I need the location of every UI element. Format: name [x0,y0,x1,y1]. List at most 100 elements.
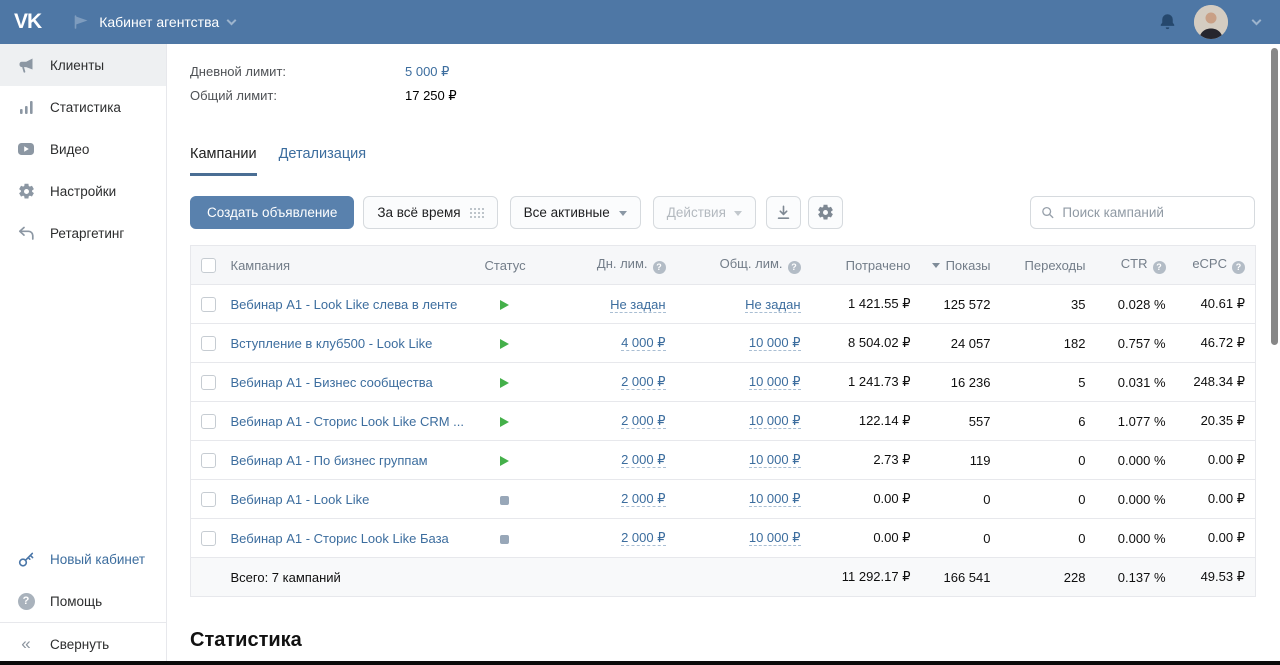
cabinet-switcher[interactable]: Кабинет агентства [73,14,237,30]
sidebar-item-help[interactable]: ? Помощь [0,580,166,622]
campaign-link[interactable]: Вебинар А1 - Сторис Look Like База [231,531,449,546]
ecpc-cell: 20.35 ₽ [1175,401,1256,441]
total-limit-link[interactable]: 10 000 ₽ [748,335,801,351]
period-filter-button[interactable]: За всё время [363,196,498,229]
impressions-cell: 0 [920,518,1001,558]
sidebar-item-label: Видео [50,141,90,157]
help-icon[interactable]: ? [1232,260,1245,274]
clicks-cell: 5 [1000,362,1096,402]
total-limit-link[interactable]: 10 000 ₽ [748,413,801,429]
row-checkbox[interactable] [201,453,216,469]
daily-limit-value-link[interactable]: 5 000 ₽ [405,62,449,82]
total-limit-link[interactable]: 10 000 ₽ [748,452,801,468]
sidebar-item-collapse[interactable]: « Свернуть [0,623,166,665]
ctr-cell: 0.000 % [1095,518,1176,558]
total-limit-link[interactable]: 10 000 ₽ [748,491,801,507]
help-icon[interactable]: ? [787,260,801,274]
campaign-link[interactable]: Вебинар А1 - Look Like слева в ленте [231,297,458,312]
sidebar-item-clients[interactable]: Клиенты [0,44,166,86]
table-row: Вебинар А1 - По бизнес группам 2 000 ₽ 1… [190,440,1256,480]
chevron-down-icon [618,211,627,216]
campaign-search [1030,196,1255,229]
create-ad-button[interactable]: Создать объявление [190,196,355,229]
table-row: Вебинар А1 - Сторис Look Like CRM ... 2 … [190,401,1256,441]
status-filter-dropdown[interactable]: Все активные [509,196,641,229]
impressions-cell: 24 057 [920,323,1001,363]
col-header-ctr[interactable]: CTR? [1095,245,1176,285]
sidebar-item-video[interactable]: Видео [0,128,166,170]
select-all-checkbox[interactable] [201,258,216,274]
col-header-status[interactable]: Статус [480,245,571,285]
spent-cell: 2.73 ₽ [810,440,921,480]
col-header-total-limit[interactable]: Общ. лим.? [675,245,811,285]
sidebar-item-settings[interactable]: Настройки [0,170,166,212]
table-settings-button[interactable] [807,196,843,229]
status-icon [499,339,509,350]
help-icon[interactable]: ? [1152,260,1166,274]
table-row: Вступление в клуб500 - Look Like 4 000 ₽… [190,323,1256,363]
search-input[interactable] [1062,205,1244,220]
help-icon[interactable]: ? [652,260,666,274]
sidebar-item-retargeting[interactable]: Ретаргетинг [0,212,166,254]
account-chevron-down-icon[interactable] [1251,15,1262,26]
totals-impressions: 166 541 [920,557,1001,597]
spent-cell: 1 241.73 ₽ [810,362,921,402]
col-header-impressions[interactable]: Показы [920,245,1001,285]
sidebar-item-label: Новый кабинет [50,551,146,567]
ecpc-cell: 46.72 ₽ [1175,323,1256,363]
avatar[interactable] [1194,5,1228,39]
spent-cell: 8 504.02 ₽ [810,323,921,363]
period-filter-label: За всё время [377,205,461,220]
row-checkbox[interactable] [201,336,216,352]
actions-dropdown-disabled[interactable]: Действия [652,196,756,229]
export-download-button[interactable] [765,196,801,229]
clicks-cell: 0 [1000,518,1096,558]
daily-limit-link[interactable]: 2 000 ₽ [621,413,666,429]
tab-details[interactable]: Детализация [279,146,366,176]
col-header-ecpc[interactable]: eCPC? [1175,245,1256,285]
campaign-link[interactable]: Вступление в клуб500 - Look Like [231,336,433,351]
scrollbar-thumb[interactable] [1271,48,1278,345]
col-header-daily-limit[interactable]: Дн. лим.? [570,245,676,285]
daily-limit-link[interactable]: 2 000 ₽ [621,374,666,390]
row-checkbox[interactable] [201,531,216,547]
total-limit-link[interactable]: 10 000 ₽ [748,530,801,546]
col-header-campaign[interactable]: Кампания [226,245,481,285]
daily-limit-link[interactable]: 4 000 ₽ [621,335,666,351]
campaign-link[interactable]: Вебинар А1 - Look Like [231,492,370,507]
tab-campaigns[interactable]: Кампании [190,146,257,176]
megaphone-icon [16,56,36,74]
clicks-cell: 35 [1000,284,1096,324]
tabs: Кампании Детализация [190,146,1255,176]
daily-limit-link[interactable]: Не задан [610,296,666,313]
col-header-spent[interactable]: Потрачено [810,245,921,285]
vk-logo[interactable]: VK [14,10,42,34]
daily-limit-link[interactable]: 2 000 ₽ [621,491,666,507]
ecpc-cell: 0.00 ₽ [1175,479,1256,519]
ecpc-cell: 0.00 ₽ [1175,440,1256,480]
cabinet-title: Кабинет агентства [99,14,220,30]
row-checkbox[interactable] [201,414,216,430]
status-icon [499,417,509,428]
campaign-link[interactable]: Вебинар А1 - По бизнес группам [231,453,428,468]
row-checkbox[interactable] [201,492,216,508]
campaign-link[interactable]: Вебинар А1 - Бизнес сообщества [231,375,433,390]
topbar-right [1157,5,1262,39]
notifications-bell-icon[interactable] [1157,12,1178,33]
search-icon [1042,206,1054,219]
row-checkbox[interactable] [201,297,216,313]
sidebar-item-label: Клиенты [50,57,105,73]
total-limit-value: 17 250 ₽ [405,88,457,103]
sidebar-item-statistics[interactable]: Статистика [0,86,166,128]
campaign-link[interactable]: Вебинар А1 - Сторис Look Like CRM ... [231,414,465,429]
col-header-clicks[interactable]: Переходы [1000,245,1096,285]
daily-limit-link[interactable]: 2 000 ₽ [621,452,666,468]
totals-spent: 11 292.17 ₽ [810,557,921,597]
table-header-row: Кампания Статус Дн. лим.? Общ. лим.? Пот… [190,245,1256,285]
sidebar-item-new-cabinet[interactable]: Новый кабинет [0,538,166,580]
total-limit-link[interactable]: Не задан [745,296,801,313]
row-checkbox[interactable] [201,375,216,391]
daily-limit-link[interactable]: 2 000 ₽ [621,530,666,546]
total-limit-link[interactable]: 10 000 ₽ [748,374,801,390]
chevron-down-icon [733,211,742,216]
